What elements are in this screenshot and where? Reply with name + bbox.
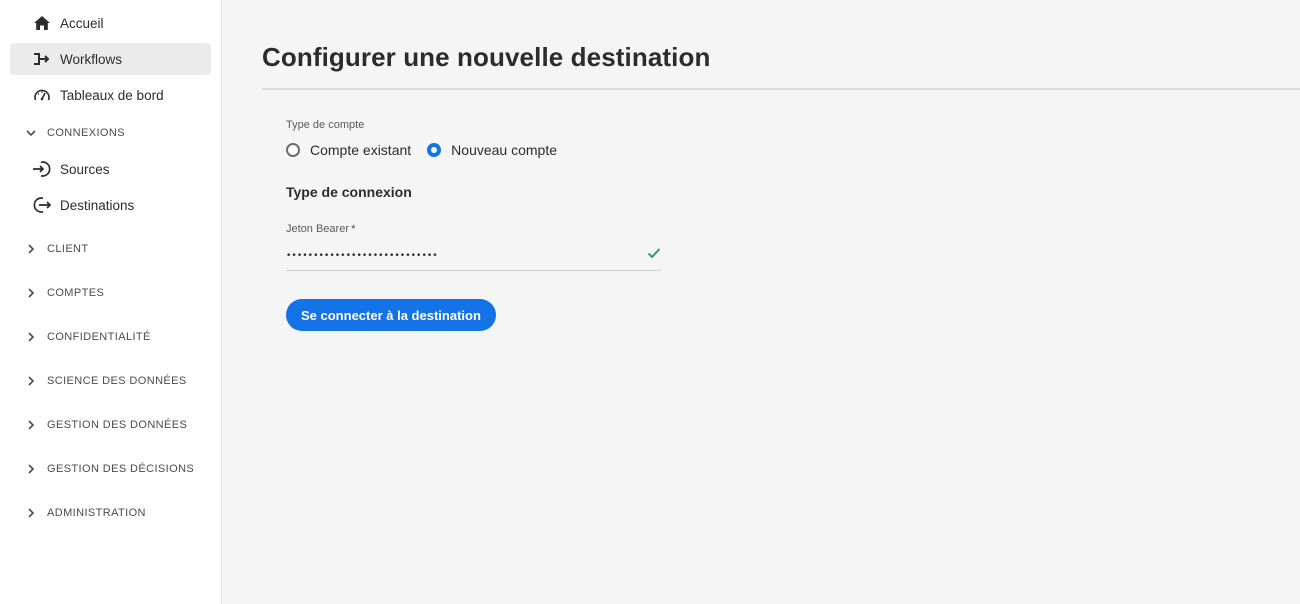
section-gestion-des-decisions[interactable]: GESTION DES DÉCISIONS xyxy=(10,453,211,485)
workflow-icon xyxy=(32,49,52,69)
account-type-radio-group: Compte existant Nouveau compte xyxy=(286,142,573,158)
radio-compte-existant[interactable]: Compte existant xyxy=(286,142,411,158)
chevron-right-icon xyxy=(24,420,38,430)
account-type-label: Type de compte xyxy=(286,119,365,131)
section-label: CLIENT xyxy=(47,243,89,255)
sidebar-item-sources[interactable]: Sources xyxy=(10,153,211,185)
section-label: COMPTES xyxy=(47,287,105,299)
sidebar-item-label: Accueil xyxy=(60,15,104,31)
section-connexions[interactable]: CONNEXIONS xyxy=(10,117,211,149)
radio-circle[interactable] xyxy=(286,143,300,157)
chevron-right-icon xyxy=(24,288,38,298)
chevron-right-icon xyxy=(24,376,38,386)
home-icon xyxy=(32,13,52,33)
radio-nouveau-compte[interactable]: Nouveau compte xyxy=(427,142,557,158)
chevron-down-icon xyxy=(24,129,38,137)
sidebar-item-label: Tableaux de bord xyxy=(60,87,164,103)
sidebar-item-label: Workflows xyxy=(60,51,123,67)
section-comptes[interactable]: COMPTES xyxy=(10,277,211,309)
chevron-right-icon xyxy=(24,332,38,342)
sidebar-item-workflows[interactable]: Workflows xyxy=(10,43,211,75)
section-label: GESTION DES DÉCISIONS xyxy=(47,463,195,475)
connection-type-heading: Type de connexion xyxy=(286,184,412,200)
sidebar-item-tableaux-de-bord[interactable]: Tableaux de bord xyxy=(10,79,211,111)
chevron-right-icon xyxy=(24,244,38,254)
chevron-right-icon xyxy=(24,464,38,474)
main-content: Configurer une nouvelle destination Type… xyxy=(222,0,1300,604)
bearer-token-input[interactable] xyxy=(286,240,661,271)
radio-label: Nouveau compte xyxy=(451,142,558,158)
section-label: GESTION DES DONNÉES xyxy=(47,419,188,431)
section-confidentialite[interactable]: CONFIDENTIALITÉ xyxy=(10,321,211,353)
connect-destination-button[interactable]: Se connecter à la destination xyxy=(286,299,496,331)
title-divider xyxy=(262,88,1300,90)
chevron-right-icon xyxy=(24,508,38,518)
token-label: Jeton Bearer xyxy=(286,223,349,235)
checkmark-icon xyxy=(647,246,661,264)
section-administration[interactable]: ADMINISTRATION xyxy=(10,497,211,529)
section-science-des-donnees[interactable]: SCIENCE DES DONNÉES xyxy=(10,365,211,397)
section-gestion-des-donnees[interactable]: GESTION DES DONNÉES xyxy=(10,409,211,441)
sidebar-item-accueil[interactable]: Accueil xyxy=(10,7,211,39)
section-label: SCIENCE DES DONNÉES xyxy=(47,375,187,387)
dashboard-icon xyxy=(32,85,52,105)
section-label: CONNEXIONS xyxy=(47,127,125,139)
sidebar-item-label: Sources xyxy=(60,161,110,177)
required-asterisk: * xyxy=(350,222,356,236)
section-label: ADMINISTRATION xyxy=(47,507,146,519)
sidebar: Accueil Workflows Tableaux de bord CONNE… xyxy=(0,0,222,604)
page-title: Configurer une nouvelle destination xyxy=(262,42,711,72)
token-label-row: Jeton Bearer * xyxy=(286,222,356,236)
section-client[interactable]: CLIENT xyxy=(10,233,211,265)
sidebar-item-destinations[interactable]: Destinations xyxy=(10,189,211,221)
sidebar-item-label: Destinations xyxy=(60,197,135,213)
sources-icon xyxy=(32,159,52,179)
radio-label: Compte existant xyxy=(310,142,412,158)
radio-circle-checked[interactable] xyxy=(427,143,442,157)
section-label: CONFIDENTIALITÉ xyxy=(47,331,151,343)
destinations-icon xyxy=(32,195,52,215)
